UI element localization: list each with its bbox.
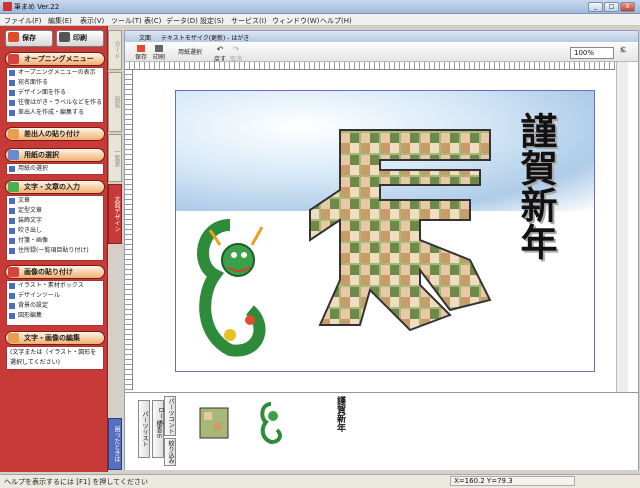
item-shape-edit[interactable]: 図形編集 xyxy=(7,311,103,321)
menu-service[interactable]: サービス(I) xyxy=(231,16,267,26)
opening-menu-list: オープニングメニューの表示 宛名面作る デザイン面を作る 往復はがき・ラベルなど… xyxy=(6,67,104,123)
parts-list-button[interactable]: パーツリスト xyxy=(138,400,150,458)
item-design-side[interactable]: デザイン面を作る xyxy=(7,88,103,98)
mosaic-character-image xyxy=(309,129,492,332)
section-image-paste[interactable]: 画像の貼り付け xyxy=(5,265,105,279)
tab-card[interactable]: カード xyxy=(108,30,122,70)
item-design-tool[interactable]: デザインツール xyxy=(7,291,103,301)
cursor-coordinates: X=160.2 Y=79.3 xyxy=(450,476,575,486)
tab-address[interactable]: 宛名 xyxy=(108,72,122,132)
item-reply-label[interactable]: 往復はがき・ラベルなどを作る xyxy=(7,98,103,108)
thumb-dragon[interactable] xyxy=(258,398,284,445)
help-tab[interactable]: 困ったときは xyxy=(108,418,122,470)
thumb-greeting[interactable]: 謹賀新年 xyxy=(326,396,346,432)
maximize-button[interactable]: □ xyxy=(604,2,619,12)
item-speech-bubble[interactable]: 吹き出し xyxy=(7,226,103,236)
filter-button[interactable]: 絞り込み xyxy=(164,438,176,466)
edit-icon xyxy=(8,333,19,343)
close-button[interactable]: X xyxy=(620,2,635,12)
item-sender-edit[interactable]: 差出人を作成・編集する xyxy=(7,108,103,118)
paper-list: 用紙の選択 xyxy=(6,163,104,175)
menu-window[interactable]: ウィンドウ(W) xyxy=(272,16,319,26)
tab-doc-design[interactable]: 文面デザイン xyxy=(108,184,122,244)
doc-print-button[interactable]: 印刷 xyxy=(150,45,168,61)
app-icon xyxy=(3,2,12,11)
printer-icon xyxy=(59,32,70,42)
photo-mosaic-dragon-character[interactable] xyxy=(300,110,500,340)
sender-icon xyxy=(8,129,19,139)
dragon-image xyxy=(197,219,266,357)
image-icon xyxy=(8,267,19,277)
save-button[interactable]: 保存 xyxy=(5,30,53,47)
section-text-image-edit[interactable]: 文字・画像の編集 xyxy=(5,331,105,345)
ruler-horizontal xyxy=(125,62,615,70)
item-sentence[interactable]: 文章 xyxy=(7,196,103,206)
zoom-select[interactable]: 100% xyxy=(570,47,614,59)
minimize-button[interactable]: _ xyxy=(588,2,603,12)
doc-save-button[interactable]: 保存 xyxy=(132,45,150,61)
menu-settings[interactable]: 設定(S) xyxy=(200,16,224,26)
redo-button[interactable]: ↷ 取消 xyxy=(228,45,244,63)
item-decorated-text[interactable]: 装飾文字 xyxy=(7,216,103,226)
undo-button[interactable]: ↶ 戻す xyxy=(212,45,228,63)
undo-icon: ↶ xyxy=(216,45,224,54)
thumb-mosaic-image xyxy=(199,407,229,439)
print-button[interactable]: 印刷 xyxy=(56,30,104,47)
doc-label: 文面 xyxy=(139,35,152,42)
tab-list[interactable]: 一覧表 xyxy=(108,134,122,182)
status-help-text: ヘルプを表示するには [F1] を押してください xyxy=(4,478,148,486)
printer-icon xyxy=(155,45,163,52)
menu-file[interactable]: ファイル(F) xyxy=(4,16,42,26)
document-titlebar: 文面 テキストモザイク(更新) - はがき xyxy=(125,31,638,42)
item-background[interactable]: 背景の設定 xyxy=(7,301,103,311)
ruler-vertical xyxy=(125,70,133,390)
section-text-input[interactable]: 文字・文章の入力 xyxy=(5,180,105,194)
menu-edit[interactable]: 編集(E) xyxy=(48,16,72,26)
text-input-list: 文章 定型文章 装飾文字 吹き出し 付箋・画像 住所録(一覧項目貼り付け) xyxy=(6,195,104,261)
window-titlebar xyxy=(0,0,640,14)
section-sender-paste[interactable]: 差出人の貼り付け xyxy=(5,127,105,141)
menu-help[interactable]: ヘルプ(H) xyxy=(320,16,352,26)
redo-icon: ↷ xyxy=(232,45,240,54)
save-icon xyxy=(137,45,145,52)
greeting-text[interactable]: 謹賀新年 xyxy=(514,112,560,260)
opening-menu-icon xyxy=(8,54,19,64)
parts-control-button[interactable]: パーツコントロール xyxy=(157,396,176,436)
menu-view[interactable]: 表示(V) xyxy=(80,16,104,26)
item-illustration-box[interactable]: イラスト・素材ボックス xyxy=(7,281,103,291)
paper-select-button[interactable]: 用紙選択 xyxy=(172,45,208,60)
item-show-opening[interactable]: オープニングメニューの表示 xyxy=(7,68,103,78)
item-paper-select[interactable]: 用紙の選択 xyxy=(7,164,103,174)
doc-title: テキストモザイク(更新) - はがき xyxy=(161,35,250,42)
item-address-paste[interactable]: 住所録(一覧項目貼り付け) xyxy=(7,246,103,256)
section-paper-select[interactable]: 用紙の選択 xyxy=(5,148,105,162)
image-paste-list: イラスト・素材ボックス デザインツール 背景の設定 図形編集 xyxy=(6,280,104,326)
menu-data[interactable]: データ(D) xyxy=(166,16,198,26)
menu-tools[interactable]: ツール(T) xyxy=(111,16,142,26)
paper-icon xyxy=(8,150,19,160)
expand-button[interactable]: 拡 xyxy=(616,45,630,60)
section-opening-menu[interactable]: オープニングメニュー xyxy=(5,52,105,66)
dragon-illustration[interactable] xyxy=(190,205,270,365)
thumb-dragon-image xyxy=(260,402,282,445)
item-address-side[interactable]: 宛名面作る xyxy=(7,78,103,88)
item-sticky-image[interactable]: 付箋・画像 xyxy=(7,236,103,246)
menu-table[interactable]: 表(C) xyxy=(144,16,161,26)
save-icon xyxy=(8,32,19,42)
thumb-mosaic[interactable] xyxy=(196,404,232,444)
item-template-sentence[interactable]: 定型文章 xyxy=(7,206,103,216)
text-icon xyxy=(8,182,19,192)
vertical-scrollbar[interactable] xyxy=(616,62,628,392)
edit-hint: (文字または（イラスト・図形を選択してください) xyxy=(6,346,104,370)
window-title: 筆まめ Ver.22 xyxy=(14,3,60,11)
